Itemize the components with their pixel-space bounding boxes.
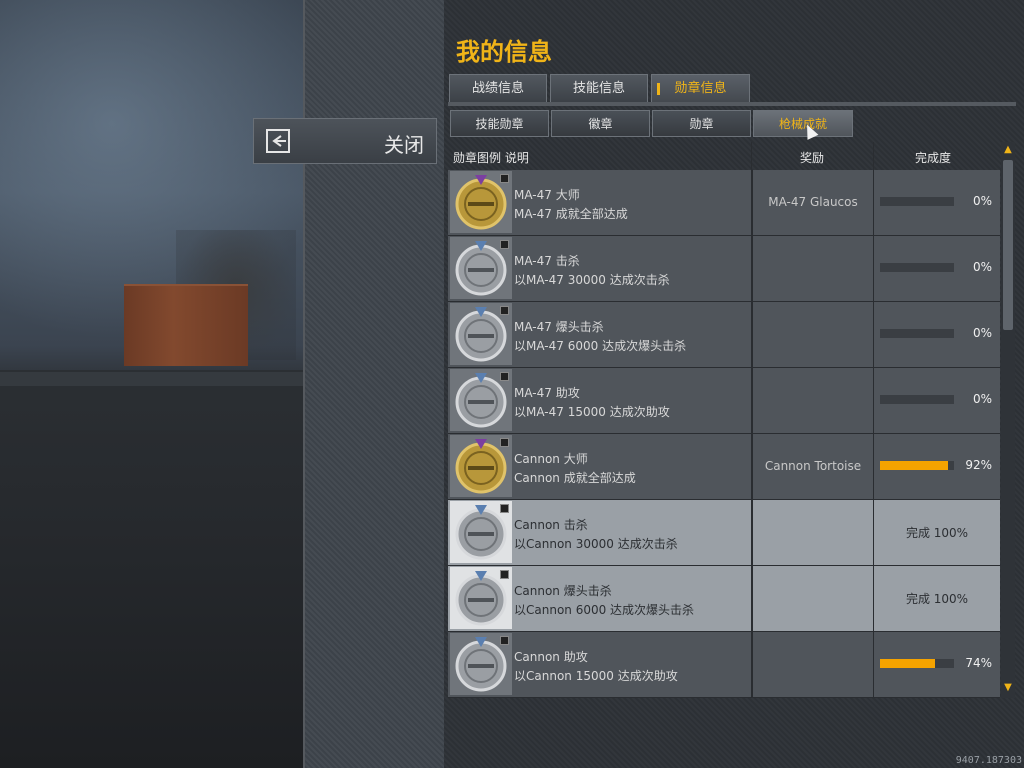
subtab-skill-medal[interactable]: 技能勋章 <box>450 110 549 137</box>
completion-text: 完成 100% <box>905 526 969 540</box>
lock-icon <box>500 570 509 579</box>
completion-text: 完成 100% <box>905 592 969 606</box>
progress-fill <box>880 659 935 668</box>
table-row[interactable]: MA-47 爆头击杀以MA-47 6000 达成次爆头击杀 0% <box>448 302 1000 368</box>
tab-skill-info[interactable]: 技能信息 <box>550 74 648 102</box>
column-divider <box>873 142 874 698</box>
lock-icon <box>500 240 509 249</box>
header-completion: 完成度 <box>915 151 952 165</box>
tab-combat-info[interactable]: 战绩信息 <box>449 74 547 102</box>
progress-bar <box>880 461 954 470</box>
achievement-description: 以MA-47 15000 达成次助攻 <box>514 405 670 419</box>
progress-percent: 0% <box>972 392 992 406</box>
achievement-reward <box>752 500 874 565</box>
progress-fill <box>880 461 949 470</box>
subtab-badge[interactable]: 徽章 <box>551 110 650 137</box>
achievement-reward <box>752 236 874 301</box>
achievement-description: 以MA-47 30000 达成次击杀 <box>514 273 670 287</box>
page-title: 我的信息 <box>456 38 552 66</box>
scroll-down-icon[interactable]: ▼ <box>1002 682 1014 694</box>
table-row[interactable]: MA-47 击杀以MA-47 30000 达成次击杀 0% <box>448 236 1000 302</box>
achievement-reward <box>752 368 874 433</box>
achievement-name: MA-47 助攻 <box>514 386 580 400</box>
table-header: 勋章图例 说明 奖励 完成度 <box>448 142 1000 170</box>
achievement-reward: Cannon Tortoise <box>752 434 874 499</box>
table-row[interactable]: Cannon 击杀以Cannon 30000 达成次击杀 完成 100% <box>448 500 1000 566</box>
achievement-name: MA-47 击杀 <box>514 254 580 268</box>
progress-percent: 92% <box>965 458 992 472</box>
build-number: 9407.187303 <box>955 755 1022 766</box>
lock-icon <box>500 306 509 315</box>
achievement-name: Cannon 大师 <box>514 452 588 466</box>
active-tab-indicator <box>657 83 660 95</box>
progress-bar <box>880 395 954 404</box>
subtab-label: 勋章 <box>689 117 714 131</box>
lock-icon <box>500 636 509 645</box>
progress-bar <box>880 329 954 338</box>
achievement-reward <box>752 566 874 631</box>
tab-label: 战绩信息 <box>471 81 524 96</box>
progress-percent: 0% <box>972 326 992 340</box>
table-rows: MA-47 大师 MA-47 成就全部达成 MA-47 Glaucos 0% MA-47… <box>448 170 1000 698</box>
achievement-name: Cannon 助攻 <box>514 650 588 664</box>
table-row[interactable]: MA-47 助攻以MA-47 15000 达成次助攻 0% <box>448 368 1000 434</box>
achievement-description: Cannon 成就全部达成 <box>514 471 636 485</box>
scrollbar-thumb[interactable] <box>1003 160 1013 330</box>
achievement-name: MA-47 爆头击杀 <box>514 320 604 334</box>
subtab-label: 技能勋章 <box>475 117 524 131</box>
achievement-name: Cannon 击杀 <box>514 518 588 532</box>
close-label: 关闭 <box>384 133 424 157</box>
frame-panel-left <box>303 0 446 768</box>
game-scene-background <box>0 0 303 768</box>
table-row[interactable]: Cannon 爆头击杀以Cannon 6000 达成次爆头击杀 完成 100% <box>448 566 1000 632</box>
column-divider <box>751 142 752 698</box>
subtab-medal[interactable]: 勋章 <box>652 110 751 137</box>
achievement-description: 以Cannon 30000 达成次击杀 <box>514 537 678 551</box>
achievement-reward <box>752 632 874 697</box>
lock-icon <box>500 174 509 183</box>
tab-medal-info[interactable]: 勋章信息 <box>651 74 750 102</box>
exit-icon <box>266 129 290 153</box>
progress-percent: 0% <box>972 194 992 208</box>
tab-label: 勋章信息 <box>674 81 727 96</box>
cargo-crate <box>124 284 248 366</box>
tab-label: 技能信息 <box>572 81 625 96</box>
table-row[interactable]: Cannon 大师 Cannon 成就全部达成 Cannon Tortoise 92% <box>448 434 1000 500</box>
subtab-label: 徽章 <box>588 117 613 131</box>
lock-icon <box>500 438 509 447</box>
subtab-weapon-achievement[interactable]: 枪械成就 <box>753 110 853 137</box>
progress-percent: 74% <box>965 656 992 670</box>
tab-strip <box>448 102 1016 106</box>
lock-icon <box>500 372 509 381</box>
achievement-reward <box>752 302 874 367</box>
header-reward: 奖励 <box>800 151 825 165</box>
scroll-up-icon[interactable]: ▲ <box>1002 144 1014 156</box>
road <box>0 372 303 386</box>
achievement-description: MA-47 成就全部达成 <box>514 207 628 221</box>
header-medal-desc: 勋章图例 说明 <box>453 151 529 165</box>
progress-bar <box>880 263 954 272</box>
achievement-table: 勋章图例 说明 奖励 完成度 MA-47 大师 MA-47 成就全部达成 MA-47… <box>448 142 1000 698</box>
progress-bar <box>880 659 954 668</box>
progress-bar <box>880 197 954 206</box>
close-button[interactable]: 关闭 <box>253 118 437 164</box>
achievement-description: 以Cannon 6000 达成次爆头击杀 <box>514 603 695 617</box>
ground <box>0 370 303 768</box>
table-row[interactable]: MA-47 大师 MA-47 成就全部达成 MA-47 Glaucos 0% <box>448 170 1000 236</box>
table-row[interactable]: Cannon 助攻以Cannon 15000 达成次助攻 74% <box>448 632 1000 698</box>
achievement-description: 以MA-47 6000 达成次爆头击杀 <box>514 339 687 353</box>
lock-icon <box>500 504 509 513</box>
achievement-reward: MA-47 Glaucos <box>752 170 874 235</box>
achievement-name: Cannon 爆头击杀 <box>514 584 612 598</box>
progress-percent: 0% <box>972 260 992 274</box>
achievement-description: 以Cannon 15000 达成次助攻 <box>514 669 678 683</box>
achievement-name: MA-47 大师 <box>514 188 580 202</box>
